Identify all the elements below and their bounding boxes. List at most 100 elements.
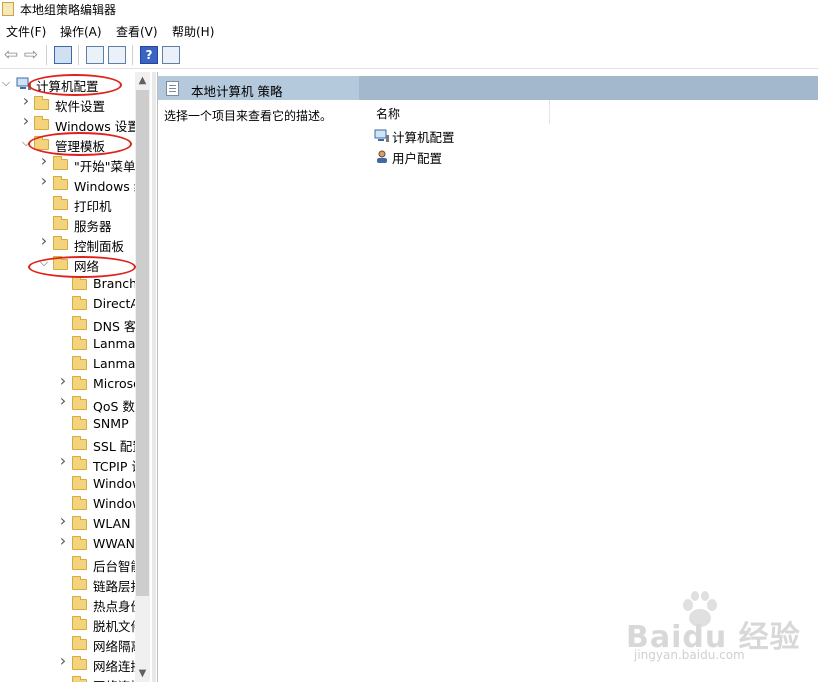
tree-item[interactable]: › TCPIP 设置 [0, 454, 135, 474]
chevron-right-icon[interactable]: › [20, 114, 32, 129]
details-header: 本地计算机 策略 [158, 76, 359, 100]
tree-item-label: WWAN [93, 536, 135, 551]
tree-item[interactable]: SSL 配置 [0, 434, 135, 454]
folder-icon [72, 376, 87, 390]
tree-item[interactable]: Windows [0, 494, 135, 514]
column-separator[interactable] [549, 100, 550, 124]
folder-icon [72, 416, 87, 430]
tree-item[interactable]: Lanman [0, 334, 135, 354]
folder-icon [72, 456, 87, 470]
tree-item[interactable]: › Windows 组件 [0, 174, 135, 194]
list-item-computer-config[interactable]: 计算机配置 [374, 126, 574, 146]
show-hide-tree-icon[interactable] [54, 46, 72, 64]
tree-item[interactable]: › QoS 数据包 [0, 394, 135, 414]
tree-item[interactable]: Windows [0, 474, 135, 494]
tree-item[interactable]: 脱机文件 [0, 614, 135, 634]
chevron-right-icon[interactable]: › [38, 174, 50, 189]
chevron-down-icon[interactable]: ⌵ [20, 136, 32, 150]
toolbar: ⇦ ⇨ ? [0, 41, 818, 69]
tree-item[interactable]: › WWAN [0, 534, 135, 554]
tree-item-label: 网络 [74, 259, 100, 274]
menu-help[interactable]: 帮助(H) [172, 23, 214, 40]
computer-icon [16, 77, 31, 90]
menu-action[interactable]: 操作(A) [60, 23, 102, 40]
scroll-down-icon[interactable]: ▼ [135, 666, 150, 682]
folder-icon [72, 296, 87, 310]
menu-file[interactable]: 文件(F) [6, 23, 46, 40]
chevron-right-icon[interactable]: › [57, 394, 69, 409]
tree-item[interactable]: DNS 客户端 [0, 314, 135, 334]
tree-item[interactable]: Lanman [0, 354, 135, 374]
scroll-up-icon[interactable]: ▲ [135, 73, 150, 89]
folder-icon [72, 356, 87, 370]
tree-item-label: 网络连接 [93, 659, 135, 674]
baidu-watermark: Baidu 经验 jingyan.baidu.com [616, 582, 816, 666]
app-icon [2, 2, 14, 16]
chevron-right-icon[interactable]: › [57, 374, 69, 389]
folder-icon [72, 596, 87, 610]
tree-item[interactable]: 热点身份 [0, 594, 135, 614]
folder-icon [53, 216, 68, 230]
folder-icon [72, 476, 87, 490]
tree-item-label: 热点身份 [93, 599, 135, 614]
tree-item[interactable]: 链路层拓扑 [0, 574, 135, 594]
back-arrow-icon[interactable]: ⇦ [2, 46, 20, 64]
chevron-down-icon[interactable]: ⌵ [0, 76, 12, 90]
chevron-right-icon[interactable]: › [57, 654, 69, 669]
chevron-right-icon[interactable]: › [38, 154, 50, 169]
tree-item[interactable]: ⌵ 管理模板 [0, 134, 135, 154]
chevron-right-icon[interactable]: › [20, 94, 32, 109]
toolbar-separator [132, 45, 133, 65]
pane-divider[interactable] [152, 72, 156, 682]
tree-item[interactable]: ⌵ 网络 [0, 254, 135, 274]
toolbar-separator [46, 45, 47, 65]
tree-item[interactable]: › "开始"菜单 [0, 154, 135, 174]
tree-item[interactable]: 后台智能 [0, 554, 135, 574]
forward-arrow-icon[interactable]: ⇨ [22, 46, 40, 64]
chevron-right-icon[interactable]: › [57, 454, 69, 469]
chevron-right-icon[interactable]: › [57, 514, 69, 529]
list-item-user-config[interactable]: 用户配置 [374, 147, 574, 167]
tree-item[interactable]: › Microsoft [0, 374, 135, 394]
tree-item[interactable]: › Windows 设置 [0, 114, 135, 134]
export-list-icon[interactable] [108, 46, 126, 64]
scrollbar-thumb[interactable] [136, 90, 149, 596]
tree-scrollbar[interactable]: ▲ ▼ [135, 72, 150, 682]
tree-item-label: Lanman [93, 336, 135, 351]
tree-item[interactable]: BranchCache [0, 274, 135, 294]
tree-item[interactable]: › 网络连接 [0, 654, 135, 674]
chevron-down-icon[interactable]: ⌵ [38, 256, 50, 270]
tree-item-label: 控制面板 [74, 239, 125, 254]
tree-item[interactable]: 打印机 [0, 194, 135, 214]
tree-item[interactable]: › 控制面板 [0, 234, 135, 254]
tree-item[interactable]: › WLAN [0, 514, 135, 534]
filter-view-icon[interactable] [162, 46, 180, 64]
folder-icon [72, 636, 87, 650]
menu-view[interactable]: 查看(V) [116, 23, 158, 40]
tree-item[interactable]: 网络隔离 [0, 634, 135, 654]
tree-item-label: 计算机配置 [36, 79, 99, 94]
tree-item-label: Microsoft [93, 376, 135, 391]
console-tree: ⌵ 计算机配置 › 软件设置 › Windows 设置 ⌵ 管理模板 › "开始"菜单 › Win… [0, 72, 152, 682]
tree-item-computer-config[interactable]: ⌵ 计算机配置 [0, 74, 135, 94]
tree-item[interactable]: SNMP [0, 414, 135, 434]
computer-icon [374, 129, 389, 142]
chevron-right-icon[interactable]: › [57, 534, 69, 549]
column-header-name[interactable]: 名称 [376, 105, 400, 122]
folder-icon [72, 536, 87, 550]
tree-item[interactable]: DirectAccess [0, 294, 135, 314]
tree-item-label: SSL 配置 [93, 439, 135, 454]
tree-item-label: 后台智能 [93, 559, 135, 574]
folder-icon [72, 656, 87, 670]
chevron-right-icon[interactable]: › [38, 234, 50, 249]
tree-item[interactable]: › 软件设置 [0, 94, 135, 114]
properties-icon[interactable] [86, 46, 104, 64]
tree-item[interactable]: 网络连接 [0, 674, 135, 682]
folder-icon [34, 96, 49, 110]
help-icon[interactable]: ? [140, 46, 158, 64]
details-header-band [359, 76, 818, 100]
folder-icon [72, 316, 87, 330]
tree-item[interactable]: 服务器 [0, 214, 135, 234]
tree-item-label: SNMP [93, 416, 129, 431]
folder-icon [72, 496, 87, 510]
